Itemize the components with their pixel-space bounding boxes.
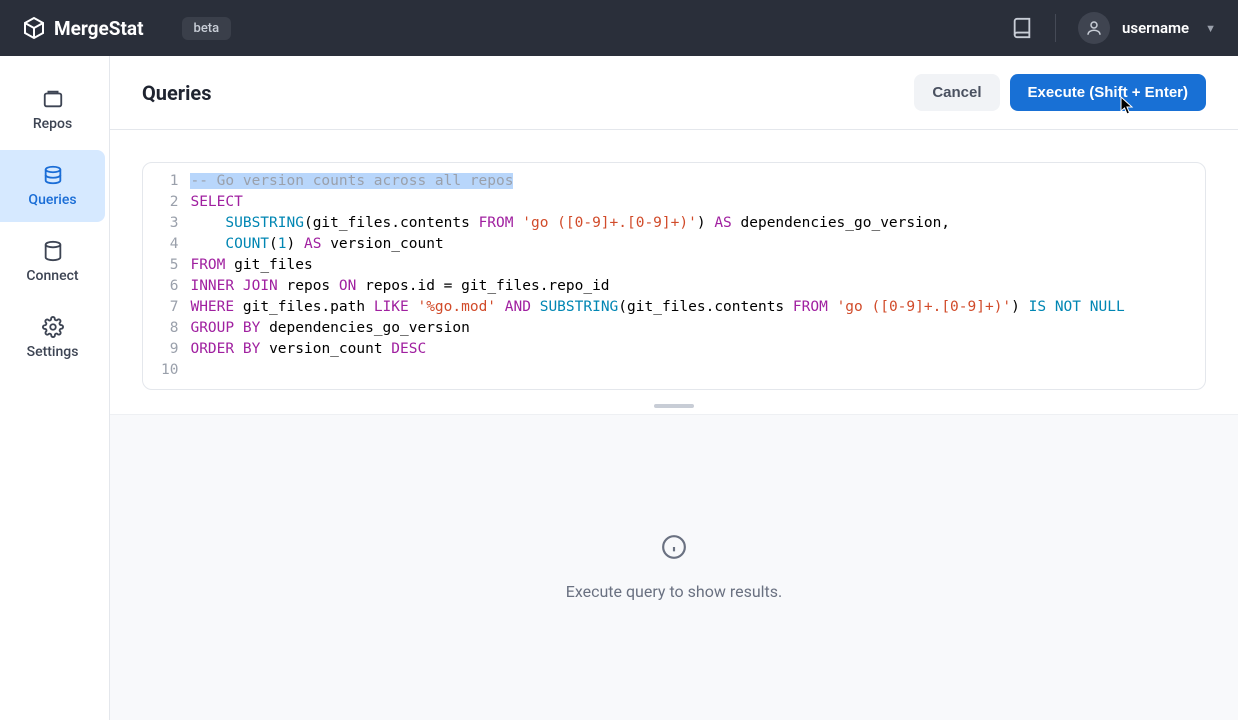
code-area[interactable]: -- Go version counts across all repos SE… xyxy=(190,171,1205,381)
cancel-button[interactable]: Cancel xyxy=(914,74,999,111)
repos-icon xyxy=(42,88,64,110)
header-actions: username ▼ xyxy=(1011,12,1216,44)
sidebar-item-label: Queries xyxy=(28,192,76,208)
query-editor[interactable]: 1 2 3 4 5 6 7 8 9 10 -- Go version count… xyxy=(142,162,1206,390)
brand-text: MergeStat xyxy=(54,17,144,40)
code-line: COUNT(1) AS version_count xyxy=(190,234,1193,255)
app-header: MergeStat beta username ▼ xyxy=(0,0,1238,56)
code-line: INNER JOIN repos ON repos.id = git_files… xyxy=(190,276,1193,297)
info-icon xyxy=(661,534,687,560)
code-line xyxy=(190,360,1193,381)
divider xyxy=(1055,14,1056,42)
code-line: SELECT xyxy=(190,192,1193,213)
line-gutter: 1 2 3 4 5 6 7 8 9 10 xyxy=(143,171,190,381)
docs-icon[interactable] xyxy=(1011,17,1033,39)
brand-icon xyxy=(22,16,46,40)
chevron-down-icon: ▼ xyxy=(1205,22,1216,35)
code-line: ORDER BY version_count DESC xyxy=(190,339,1193,360)
sidebar-item-label: Repos xyxy=(33,116,72,132)
sidebar-item-queries[interactable]: Queries xyxy=(0,150,105,222)
sidebar-item-repos[interactable]: Repos xyxy=(0,74,105,146)
results-pane: Execute query to show results. xyxy=(110,414,1238,720)
code-line: WHERE git_files.path LIKE '%go.mod' AND … xyxy=(190,297,1193,318)
results-placeholder: Execute query to show results. xyxy=(566,582,783,601)
brand[interactable]: MergeStat xyxy=(22,16,144,40)
avatar xyxy=(1078,12,1110,44)
sidebar-item-label: Settings xyxy=(27,344,79,360)
code-line: FROM git_files xyxy=(190,255,1193,276)
connect-icon xyxy=(42,240,64,262)
sidebar-item-label: Connect xyxy=(26,268,78,284)
user-menu[interactable]: username ▼ xyxy=(1078,12,1216,44)
code-line: -- Go version counts across all repos xyxy=(190,171,1193,192)
split-handle[interactable] xyxy=(110,390,1238,414)
code-line: GROUP BY dependencies_go_version xyxy=(190,318,1193,339)
sidebar: Repos Queries Connect Settings xyxy=(0,56,110,720)
sidebar-item-settings[interactable]: Settings xyxy=(0,302,105,374)
main-content: Queries Cancel Execute (Shift + Enter) 1… xyxy=(110,56,1238,720)
code-line: SUBSTRING(git_files.contents FROM 'go ([… xyxy=(190,213,1193,234)
queries-icon xyxy=(42,164,64,186)
user-icon xyxy=(1085,19,1103,37)
page-topbar: Queries Cancel Execute (Shift + Enter) xyxy=(110,56,1238,130)
settings-icon xyxy=(42,316,64,338)
page-title: Queries xyxy=(142,81,211,105)
username: username xyxy=(1122,19,1189,37)
beta-badge: beta xyxy=(182,17,232,40)
execute-button[interactable]: Execute (Shift + Enter) xyxy=(1010,74,1206,111)
sidebar-item-connect[interactable]: Connect xyxy=(0,226,105,298)
